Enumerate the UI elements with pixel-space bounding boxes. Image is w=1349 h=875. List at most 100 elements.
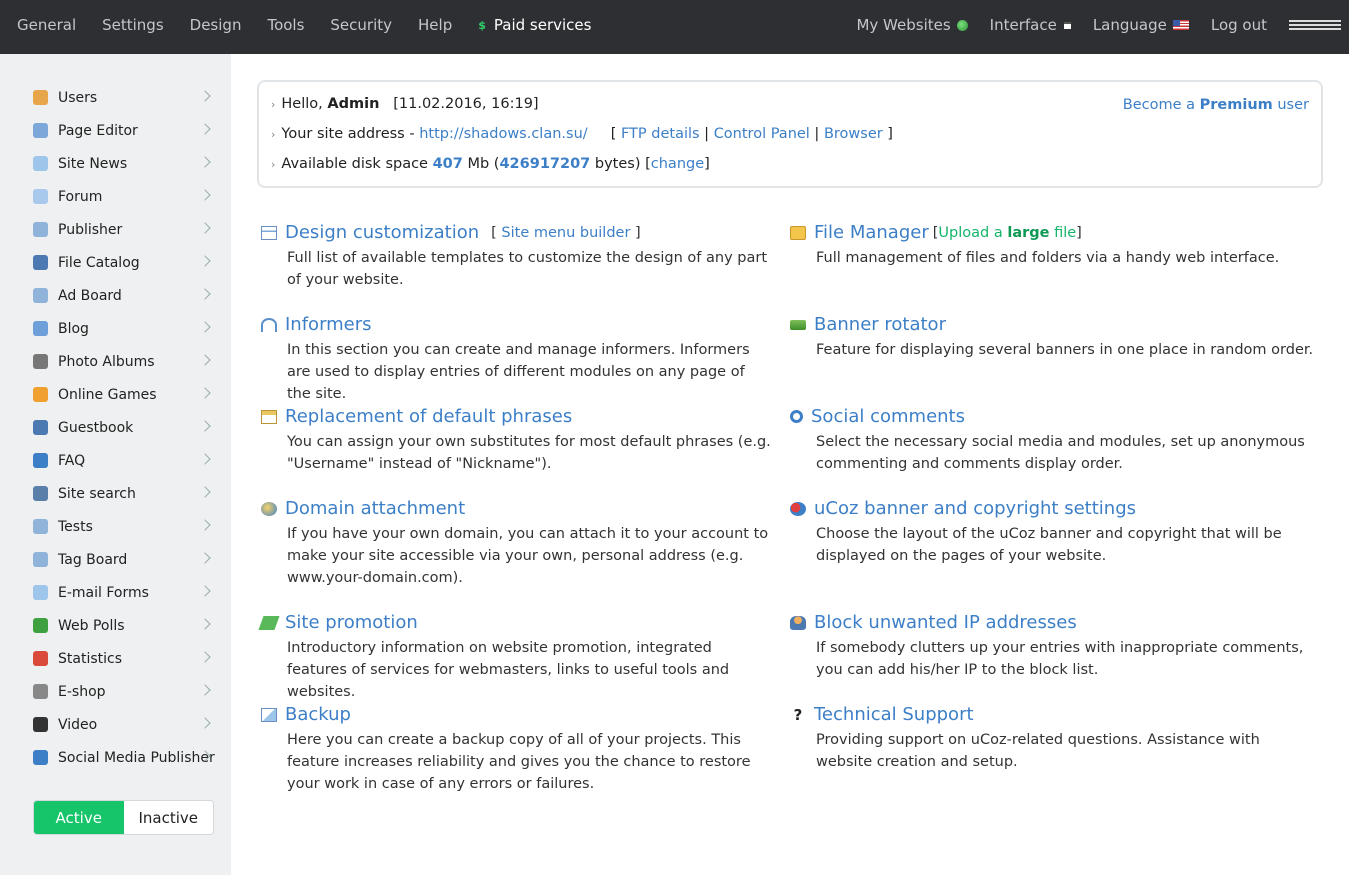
sidebar-item-e-mail-forms[interactable]: E-mail Forms <box>33 576 213 609</box>
sidebar-item-publisher[interactable]: Publisher <box>33 213 213 246</box>
informers-link[interactable]: Informers <box>285 314 372 335</box>
chevron-right-icon <box>199 255 211 267</box>
sidebar-item-tests[interactable]: Tests <box>33 510 213 543</box>
social-comments-link[interactable]: Social comments <box>811 406 965 427</box>
sidebar-item-label: Tests <box>58 518 93 535</box>
sidebar-item-video[interactable]: Video <box>33 708 213 741</box>
banner-rotator-link[interactable]: Banner rotator <box>814 314 946 335</box>
file-manager-link[interactable]: File Manager <box>814 222 929 243</box>
informers-desc: In this section you can create and manag… <box>287 342 750 402</box>
interface-label: Interface <box>989 16 1057 34</box>
page-icon <box>33 123 48 138</box>
chevron-right-icon <box>199 453 211 465</box>
sidebar-item-label: Blog <box>58 320 89 337</box>
sidebar-item-ad-board[interactable]: Ad Board <box>33 279 213 312</box>
nav-design[interactable]: Design <box>190 16 242 34</box>
nav-help[interactable]: Help <box>418 16 452 34</box>
section-file-manager: File Manager [Upload a large file] Full … <box>790 222 1320 269</box>
nav-interface[interactable]: Interface <box>990 16 1071 34</box>
become-premium-link[interactable]: Become a Premium user <box>1123 97 1309 113</box>
sidebar-item-forum[interactable]: Forum <box>33 180 213 213</box>
sidebar-item-social-media-publisher[interactable]: Social Media Publisher <box>33 741 215 774</box>
sidebar-item-blog[interactable]: Blog <box>33 312 213 345</box>
site-address-link[interactable]: http://shadows.clan.su/ <box>419 126 587 142</box>
sidebar-item-web-polls[interactable]: Web Polls <box>33 609 213 642</box>
nav-security[interactable]: Security <box>330 16 392 34</box>
guestbook-icon <box>33 420 48 435</box>
nav-settings[interactable]: Settings <box>102 16 164 34</box>
sidebar-item-online-games[interactable]: Online Games <box>33 378 213 411</box>
greeting-line: › Hello, Admin [11.02.2016, 16:19] <box>271 96 539 112</box>
sidebar-item-photo-albums[interactable]: Photo Albums <box>33 345 213 378</box>
nav-my-websites[interactable]: My Websites <box>856 16 968 34</box>
sidebar-item-file-catalog[interactable]: File Catalog <box>33 246 213 279</box>
chevron-right-icon <box>199 552 211 564</box>
banner-icon <box>790 319 806 330</box>
game-icon <box>33 387 48 402</box>
chevron-right-icon <box>199 420 211 432</box>
sidebar-item-label: Forum <box>58 188 103 205</box>
blog-icon <box>33 321 48 336</box>
sidebar-item-statistics[interactable]: Statistics <box>33 642 213 675</box>
ucoz-icon <box>790 501 806 516</box>
inactive-button[interactable]: Inactive <box>123 801 213 834</box>
users-block-icon <box>790 615 806 630</box>
nav-language[interactable]: Language <box>1093 16 1189 34</box>
sidebar-item-users[interactable]: Users <box>33 81 213 114</box>
user-icon <box>33 90 48 105</box>
nav-tools[interactable]: Tools <box>267 16 304 34</box>
ftp-details-link[interactable]: FTP details <box>621 126 700 142</box>
sidebar-item-site-search[interactable]: Site search <box>33 477 213 510</box>
technical-support-link[interactable]: Technical Support <box>814 704 974 725</box>
active-button[interactable]: Active <box>34 801 124 834</box>
control-panel-link[interactable]: Control Panel <box>714 126 810 142</box>
premium-prefix: Become a <box>1122 97 1196 113</box>
sidebar-item-e-shop[interactable]: E-shop <box>33 675 213 708</box>
section-informers: Informers In this section you can create… <box>261 314 771 405</box>
sidebar-item-faq[interactable]: FAQ <box>33 444 213 477</box>
design-customization-link[interactable]: Design customization <box>285 222 479 243</box>
share-icon <box>33 750 48 765</box>
section-ucoz-banner: uCoz banner and copyright settings Choos… <box>790 498 1320 567</box>
nav-general[interactable]: General <box>17 16 76 34</box>
nav-paid-services[interactable]: $ Paid services <box>478 16 591 34</box>
ucoz-banner-link[interactable]: uCoz banner and copyright settings <box>814 498 1136 519</box>
sidebar-item-tag-board[interactable]: Tag Board <box>33 543 213 576</box>
menu-icon[interactable] <box>1289 18 1341 32</box>
chevron-right-icon <box>199 717 211 729</box>
section-social-comments: Social comments Select the necessary soc… <box>790 406 1320 475</box>
paid-services-label: Paid services <box>493 16 592 34</box>
chevron-right-icon <box>199 90 211 102</box>
browser-link[interactable]: Browser <box>824 126 883 142</box>
sidebar-item-label: E-mail Forms <box>58 584 149 601</box>
site-promotion-link[interactable]: Site promotion <box>285 612 418 633</box>
backup-link[interactable]: Backup <box>285 704 351 725</box>
chevron-right-icon <box>199 651 211 663</box>
sidebar-item-label: Guestbook <box>58 419 134 436</box>
upload-pre: Upload a <box>938 224 1003 241</box>
backup-icon <box>261 707 277 722</box>
clapper-icon <box>33 717 48 732</box>
sidebar-item-label: Publisher <box>58 221 123 238</box>
nav-logout[interactable]: Log out <box>1211 16 1267 34</box>
upload-post: file <box>1054 224 1077 241</box>
site-menu-builder-link[interactable]: Site menu builder <box>501 225 630 241</box>
block-ip-link[interactable]: Block unwanted IP addresses <box>814 612 1077 633</box>
globe-icon <box>956 19 968 31</box>
sidebar-item-label: Video <box>58 716 98 733</box>
sidebar-item-page-editor[interactable]: Page Editor <box>33 114 213 147</box>
domain-attachment-link[interactable]: Domain attachment <box>285 498 465 519</box>
sidebar-item-guestbook[interactable]: Guestbook <box>33 411 213 444</box>
sidebar-item-label: Site News <box>58 155 128 172</box>
sidebar-item-label: Photo Albums <box>58 353 155 370</box>
upload-large-file-link[interactable]: Upload a large file <box>938 225 1076 241</box>
sidebar-item-site-news[interactable]: Site News <box>33 147 213 180</box>
site-promotion-desc: Introductory information on website prom… <box>287 640 730 700</box>
social-comments-desc: Select the necessary social media and mo… <box>816 434 1305 472</box>
change-link[interactable]: change <box>651 156 704 172</box>
globe-icon <box>261 501 277 516</box>
premium-suffix: user <box>1277 97 1309 113</box>
bulb-icon <box>33 156 48 171</box>
chevron-right-icon <box>199 684 211 696</box>
replacement-phrases-link[interactable]: Replacement of default phrases <box>285 406 572 427</box>
